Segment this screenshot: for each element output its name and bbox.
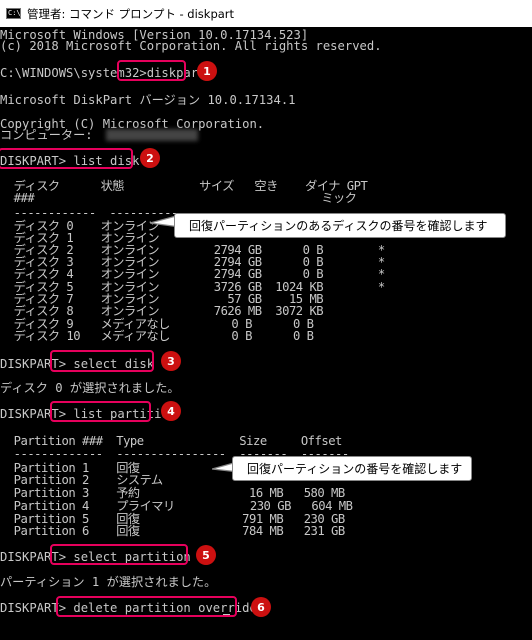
console-output[interactable]: Microsoft Windows [Version 10.0.17134.52… xyxy=(0,27,532,640)
step-badge-5: 5 xyxy=(196,545,216,565)
highlight-box-1 xyxy=(117,60,186,81)
partition-selected-message: パーティション 1 が選択されました。 xyxy=(0,575,217,589)
title-bar[interactable]: C:\_ 管理者: コマンド プロンプト - diskpart xyxy=(0,0,532,27)
highlight-box-4 xyxy=(50,401,151,422)
disk-row: ディスク 10 メディアなし 0 B 0 B xyxy=(0,329,314,343)
redacted-computer-name xyxy=(106,129,198,141)
disk-selected-message: ディスク 0 が選択されました。 xyxy=(0,381,180,395)
partition-row: Partition 6 回復 784 MB 231 GB xyxy=(0,524,346,538)
cmd-icon: C:\_ xyxy=(6,8,25,19)
window-title: 管理者: コマンド プロンプト - diskpart xyxy=(27,6,235,21)
step-badge-4: 4 xyxy=(161,401,181,421)
diskpart-version: Microsoft DiskPart バージョン 10.0.17134.1 xyxy=(0,93,296,107)
step-badge-3: 3 xyxy=(161,351,181,371)
computer-name-label: コンピューター: xyxy=(0,128,93,142)
highlight-box-5 xyxy=(50,544,188,565)
highlight-box-3 xyxy=(50,350,154,372)
disk-table-header-2: ### ミック xyxy=(0,191,357,205)
callout-partition-check: 回復パーティションの番号を確認します xyxy=(232,456,472,481)
highlight-box-6 xyxy=(56,596,237,617)
step-badge-1: 1 xyxy=(197,61,217,81)
step-badge-2: 2 xyxy=(140,148,160,168)
copyright-line: (c) 2018 Microsoft Corporation. All righ… xyxy=(0,39,382,53)
highlight-box-2 xyxy=(0,148,133,169)
callout-disk-check: 回復パーティションのあるディスクの番号を確認します xyxy=(174,213,506,238)
step-badge-6: 6 xyxy=(251,597,271,617)
